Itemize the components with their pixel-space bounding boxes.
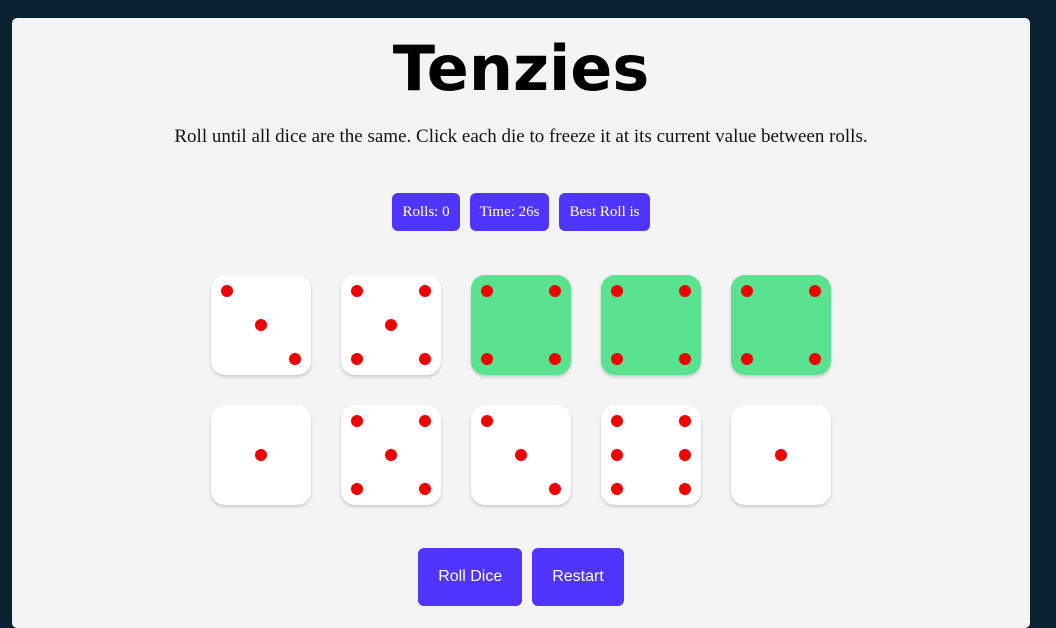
action-buttons: Roll Dice Restart	[12, 548, 1030, 606]
die-pip	[351, 415, 363, 427]
die-pip	[549, 285, 561, 297]
die-pip	[611, 415, 623, 427]
die-pip	[419, 285, 431, 297]
die-pip	[289, 353, 301, 365]
die-pip	[809, 285, 821, 297]
die-pip	[255, 449, 267, 461]
die-5[interactable]	[731, 275, 831, 375]
die-2[interactable]	[341, 275, 441, 375]
die-pip	[611, 353, 623, 365]
die-pip	[679, 415, 691, 427]
page-title: Tenzies	[392, 32, 650, 105]
die-pip	[481, 353, 493, 365]
die-pip	[221, 285, 233, 297]
dice-grid	[211, 275, 831, 505]
die-pip	[481, 285, 493, 297]
die-pip	[741, 285, 753, 297]
die-pip	[611, 449, 623, 461]
game-panel: Tenzies Roll until all dice are the same…	[12, 18, 1030, 628]
die-pip	[351, 483, 363, 495]
restart-button[interactable]: Restart	[532, 548, 624, 606]
best-roll-display: Best Roll is	[559, 193, 650, 231]
die-pip	[515, 449, 527, 461]
die-pip	[611, 483, 623, 495]
die-9[interactable]	[601, 405, 701, 505]
die-pip	[255, 319, 267, 331]
die-10[interactable]	[731, 405, 831, 505]
rolls-counter: Rolls: 0	[392, 193, 460, 231]
die-3[interactable]	[471, 275, 571, 375]
die-pip	[549, 353, 561, 365]
die-pip	[679, 285, 691, 297]
die-pip	[385, 449, 397, 461]
die-pip	[809, 353, 821, 365]
die-7[interactable]	[341, 405, 441, 505]
die-pip	[741, 353, 753, 365]
die-pip	[419, 483, 431, 495]
die-1[interactable]	[211, 275, 311, 375]
instructions-text: Roll until all dice are the same. Click …	[174, 126, 868, 147]
die-pip	[679, 483, 691, 495]
die-pip	[549, 483, 561, 495]
die-8[interactable]	[471, 405, 571, 505]
die-pip	[351, 285, 363, 297]
stats-bar: Rolls: 0 Time: 26s Best Roll is	[12, 193, 1030, 231]
die-4[interactable]	[601, 275, 701, 375]
die-pip	[351, 353, 363, 365]
die-pip	[679, 353, 691, 365]
die-pip	[679, 449, 691, 461]
die-pip	[775, 449, 787, 461]
die-pip	[385, 319, 397, 331]
die-pip	[419, 415, 431, 427]
die-pip	[481, 415, 493, 427]
die-pip	[611, 285, 623, 297]
die-6[interactable]	[211, 405, 311, 505]
roll-dice-button[interactable]: Roll Dice	[418, 548, 523, 606]
timer-display: Time: 26s	[469, 193, 550, 231]
die-pip	[419, 353, 431, 365]
